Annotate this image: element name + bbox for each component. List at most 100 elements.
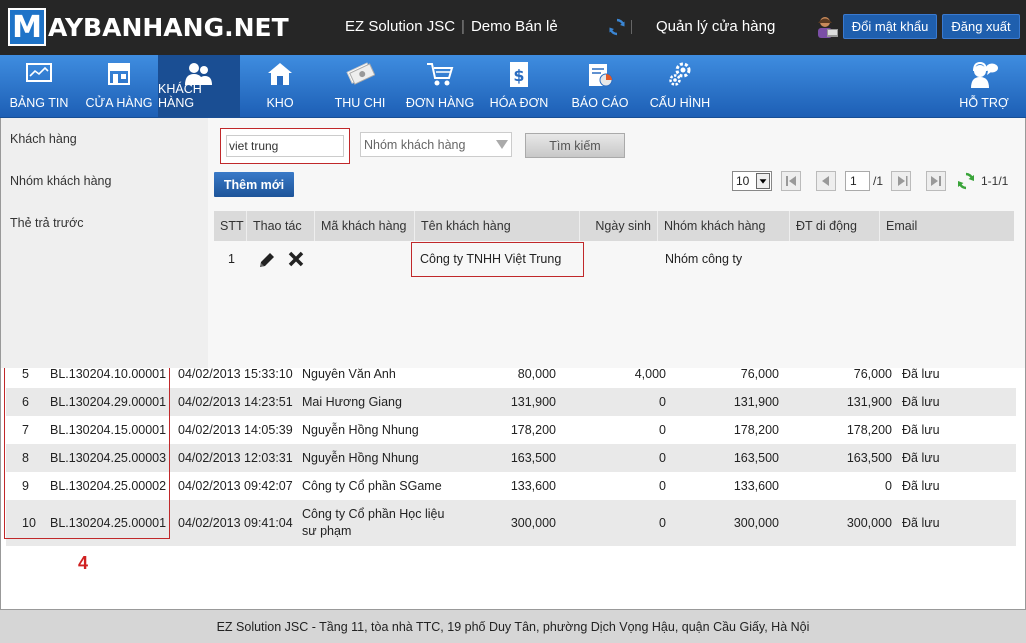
nav-reports[interactable]: BÁO CÁO	[560, 55, 640, 118]
cell-date: 04/02/2013 09:41:04	[178, 516, 293, 530]
change-password-button[interactable]: Đổi mật khẩu	[843, 14, 937, 39]
invoice-icon: $	[510, 62, 528, 87]
nav-support[interactable]: HỖ TRỢ	[946, 55, 1022, 118]
page-number-input[interactable]: 1	[845, 171, 870, 191]
report-icon	[589, 64, 613, 87]
column-header[interactable]: Ngày sinh	[580, 211, 658, 241]
search-field-highlight	[220, 128, 350, 164]
cell-discount: 0	[659, 395, 666, 409]
first-page-icon[interactable]	[781, 171, 801, 191]
sidebar-item-customer-groups[interactable]: Nhóm khách hàng	[10, 174, 111, 188]
cell-net: 131,900	[733, 395, 779, 409]
customer-group-select[interactable]: Nhóm khách hàng	[360, 132, 512, 157]
top-bar: M AYBANHANG.NET EZ Solution JSC | Demo Bán…	[0, 0, 1026, 55]
cell-paid: 300,000	[846, 516, 892, 530]
customers-icon	[185, 63, 212, 85]
column-header[interactable]: Mã khách hàng	[315, 211, 415, 241]
warehouse-icon	[268, 63, 292, 85]
cell-group: Nhóm công ty	[665, 252, 743, 266]
cell-discount: 0	[659, 479, 666, 493]
cell-discount: 0	[659, 423, 666, 437]
page-range: 1-1/1	[981, 174, 1009, 188]
cell-total: 131,900	[510, 395, 556, 409]
sidebar-item-prepaid-cards[interactable]: Thẻ trả trước	[10, 216, 84, 230]
sidebar-item-customers[interactable]: Khách hàng	[10, 132, 77, 146]
nav-invoices[interactable]: $ HÓA ĐƠN	[480, 55, 558, 118]
chevron-down-icon	[496, 140, 508, 149]
cell-date: 04/02/2013 14:05:39	[178, 423, 293, 437]
cell-status: Đã lưu	[902, 479, 940, 493]
cell-net: 163,500	[733, 451, 779, 465]
nav-label: CẤU HÌNH	[649, 96, 711, 110]
column-header: Thao tác	[247, 211, 315, 241]
divider	[631, 20, 632, 34]
column-header[interactable]: Email	[880, 211, 1014, 241]
company-info: EZ Solution JSC | Demo Bán lẻ	[345, 18, 558, 35]
settings-icon	[669, 62, 691, 86]
logo-mark: M	[8, 8, 46, 46]
footer: EZ Solution JSC - Tầng 11, tòa nhà TTC, …	[0, 609, 1026, 643]
cell-customer: Nguyễn Hồng Nhung	[302, 423, 419, 437]
prev-page-icon[interactable]	[816, 171, 836, 191]
nav-label: BÁO CÁO	[571, 96, 629, 110]
user-avatar-icon	[818, 17, 838, 38]
support-icon	[971, 61, 998, 88]
store-manager-link[interactable]: Quản lý cửa hàng	[656, 18, 775, 35]
nav-cashflow[interactable]: THU CHI	[320, 55, 400, 118]
search-input[interactable]	[226, 135, 344, 157]
nav-orders[interactable]: ĐƠN HÀNG	[402, 55, 478, 118]
highlight-box	[411, 242, 584, 277]
logout-button[interactable]: Đăng xuất	[942, 14, 1020, 39]
logo[interactable]: M AYBANHANG.NET	[8, 8, 289, 46]
page-size-select[interactable]: 10	[732, 171, 772, 191]
nav-store[interactable]: CỬA HÀNG	[80, 55, 158, 118]
money-icon	[346, 62, 375, 85]
logo-text: AYBANHANG.NET	[48, 12, 289, 42]
nav-settings[interactable]: CẤU HÌNH	[642, 55, 718, 118]
store-name: Demo Bán lẻ	[470, 18, 558, 35]
select-placeholder: Nhóm khách hàng	[364, 138, 466, 152]
nav-label: HÓA ĐƠN	[489, 96, 549, 110]
edit-icon[interactable]	[258, 251, 276, 269]
cell-status: Đã lưu	[902, 423, 940, 437]
nav-warehouse[interactable]: KHO	[242, 55, 318, 118]
dropdown-arrow-icon	[756, 173, 770, 189]
cell-customer: Công ty Cổ phần Học liệu sư phạm	[302, 507, 445, 538]
cell-paid: 178,200	[846, 423, 892, 437]
cell-stt: 1	[228, 252, 235, 266]
delete-icon[interactable]	[288, 251, 304, 267]
next-page-icon[interactable]	[891, 171, 911, 191]
nav-customers[interactable]: KHÁCH HÀNG	[158, 55, 240, 118]
cell-total: 133,600	[510, 479, 556, 493]
cell-net: 178,200	[733, 423, 779, 437]
cell-net: 133,600	[733, 479, 779, 493]
column-header[interactable]: Nhóm khách hàng	[658, 211, 790, 241]
cell-paid: 0	[885, 479, 892, 493]
highlight-box	[4, 368, 170, 539]
search-button[interactable]: Tìm kiếm	[525, 133, 625, 158]
cell-total: 163,500	[510, 451, 556, 465]
svg-text:$: $	[513, 66, 524, 85]
cell-date: 04/02/2013 09:42:07	[178, 479, 293, 493]
nav-label: BẢNG TIN	[9, 96, 69, 110]
cell-customer: Mai Hương Giang	[302, 395, 402, 409]
table-row[interactable]: 1 Công ty TNHH Việt Trung Nhóm công ty	[214, 241, 1014, 277]
cell-customer: Nguyễn Hồng Nhung	[302, 451, 419, 465]
column-header[interactable]: Tên khách hàng	[415, 211, 580, 241]
refresh-icon[interactable]	[956, 171, 976, 191]
cell-total: 178,200	[510, 423, 556, 437]
page-total: /1	[873, 174, 884, 188]
last-page-icon[interactable]	[926, 171, 946, 191]
store-icon	[108, 63, 130, 85]
cell-discount: 0	[659, 516, 666, 530]
sync-icon[interactable]	[608, 18, 626, 36]
nav-label: CỬA HÀNG	[85, 96, 153, 110]
cell-net: 300,000	[733, 516, 779, 530]
cell-paid: 131,900	[846, 395, 892, 409]
footer-text: EZ Solution JSC - Tầng 11, tòa nhà TTC, …	[216, 619, 810, 634]
add-customer-button[interactable]: Thêm mới	[214, 172, 294, 197]
cell-date: 04/02/2013 12:03:31	[178, 451, 293, 465]
cell-customer: Công ty Cổ phần SGame	[302, 479, 442, 493]
column-header[interactable]: ĐT di động	[790, 211, 880, 241]
nav-dashboard[interactable]: BẢNG TIN	[0, 55, 78, 118]
